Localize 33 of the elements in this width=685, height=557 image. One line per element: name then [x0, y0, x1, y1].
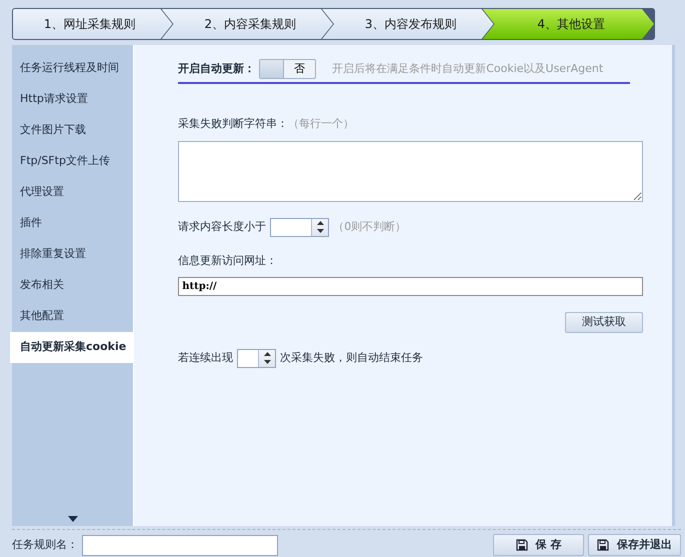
field-label: 请求内容长度小于 — [178, 218, 266, 235]
toggle-label: 开启自动更新： — [178, 60, 256, 77]
hint-text: （0则不判断） — [333, 218, 406, 235]
sidebar-item[interactable]: Ftp/SFtp文件上传 — [12, 146, 134, 177]
number-spinner[interactable] — [237, 348, 276, 368]
sidebar-item[interactable]: Http请求设置 — [12, 84, 134, 115]
step-tab[interactable]: 4、其他设置 — [482, 9, 654, 39]
step-tab[interactable]: 3、内容发布规则 — [322, 9, 494, 39]
field-label: 任务规则名： — [12, 536, 78, 553]
sidebar-item[interactable]: 任务运行线程及时间 — [12, 53, 134, 84]
field-label: 若连续出现 — [178, 350, 234, 366]
sidebar-item[interactable]: 排除重复设置 — [12, 239, 134, 270]
step-tab[interactable]: 1、网址采集规则 — [13, 9, 172, 39]
hint-text: 开启后将在满足条件时自动更新Cookie以及UserAgent — [332, 60, 604, 77]
step-tab[interactable]: 2、内容采集规则 — [162, 9, 333, 39]
save-button[interactable]: 保 存 — [493, 534, 584, 556]
sidebar-item[interactable]: 发布相关 — [12, 270, 134, 301]
sidebar-item[interactable]: 其他配置 — [12, 301, 134, 332]
scroll-down-icon[interactable] — [68, 516, 78, 522]
sidebar-item[interactable]: 代理设置 — [12, 177, 134, 208]
number-spinner[interactable] — [270, 218, 330, 236]
url-field[interactable]: http:// — [178, 277, 644, 296]
field-label: 次采集失败，则自动结束任务 — [280, 350, 424, 366]
sidebar-item[interactable]: 插件 — [12, 208, 134, 239]
save-exit-button[interactable]: 保存并退出 — [588, 534, 681, 556]
name-field[interactable] — [82, 534, 278, 556]
test-button[interactable]: 测试获取 — [565, 312, 644, 332]
field-label: 采集失败判断字符串： — [178, 117, 288, 130]
toggle-switch[interactable]: 否 — [259, 59, 316, 79]
sidebar-item[interactable]: 文件图片下载 — [12, 115, 134, 146]
hint-text: （每行一个） — [288, 117, 354, 130]
field-label: 信息更新访问网址： — [178, 252, 278, 268]
sidebar-item[interactable]: 自动更新采集cookie — [10, 332, 134, 363]
